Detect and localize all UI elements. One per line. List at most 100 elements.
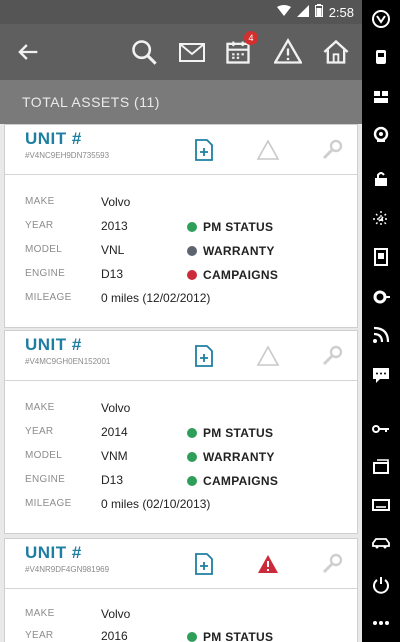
wrench-icon xyxy=(322,139,343,160)
lock-icon xyxy=(375,172,387,186)
status-text: PM STATUS xyxy=(203,630,274,642)
warning-outline-icon xyxy=(256,139,280,160)
sidebar-fleet-button[interactable] xyxy=(368,84,394,110)
notification-badge: 4 xyxy=(244,31,258,45)
network-icon xyxy=(373,211,389,227)
key-icon xyxy=(372,425,389,433)
sidebar-feed-button[interactable] xyxy=(368,322,394,348)
status-bar: 2:58 xyxy=(0,0,362,24)
detail-label: MILEAGE xyxy=(25,498,72,509)
detail-value: 0 miles (02/10/2013) xyxy=(101,497,211,511)
battery-icon xyxy=(314,4,323,20)
mail-icon xyxy=(179,43,205,62)
asset-card[interactable]: UNIT # #V4NR9DF4GN981969 MAKE Volvo YEAR 2… xyxy=(4,538,358,642)
detail-value: 2014 xyxy=(101,425,128,439)
status-text: CAMPAIGNS xyxy=(203,474,279,488)
status-text: CAMPAIGNS xyxy=(203,268,279,282)
sidebar-settings-button[interactable] xyxy=(368,284,394,310)
unit-label: UNIT # xyxy=(25,335,82,354)
alerts-button[interactable] xyxy=(272,36,304,68)
sidebar-network-button[interactable] xyxy=(368,206,394,232)
wrench-icon xyxy=(322,345,343,366)
unit-label: UNIT # xyxy=(25,129,82,148)
add-document-button[interactable] xyxy=(191,551,217,577)
detail-value: D13 xyxy=(101,473,124,487)
back-arrow-icon xyxy=(18,44,38,60)
home-button[interactable] xyxy=(320,36,352,68)
status-indicator[interactable]: PM STATUS xyxy=(187,627,273,642)
status-dot xyxy=(187,476,197,486)
detail-value: 2016 xyxy=(101,629,128,642)
asset-card[interactable]: UNIT # #V4MC9GH0EN152001 MAKE Volvo YEAR 2… xyxy=(4,330,358,534)
detail-value: 2013 xyxy=(101,219,128,233)
alert-button[interactable] xyxy=(255,137,281,163)
status-dot xyxy=(187,246,197,256)
keyboard-icon xyxy=(372,499,390,511)
detail-label: MAKE xyxy=(25,402,55,413)
sidebar-more-button[interactable] xyxy=(368,610,394,636)
sidebar-car-button[interactable] xyxy=(368,530,394,556)
sidebar-power-button[interactable] xyxy=(368,572,394,598)
sidebar-keyboard-button[interactable] xyxy=(368,492,394,518)
unit-vin: #V4MC9GH0EN152001 xyxy=(25,357,111,366)
back-button[interactable] xyxy=(12,36,44,68)
detail-value: VNL xyxy=(101,243,125,257)
device-icon xyxy=(374,248,388,266)
status-dot xyxy=(187,270,197,280)
wrench-icon xyxy=(322,553,343,574)
app-sidebar xyxy=(362,0,400,642)
detail-value: VNM xyxy=(101,449,128,463)
unit-vin: #V4NR9DF4GN981969 xyxy=(25,565,110,574)
status-indicator[interactable]: PM STATUS xyxy=(187,423,273,443)
search-icon xyxy=(132,40,157,65)
status-dot xyxy=(187,452,197,462)
status-time: 2:58 xyxy=(328,4,354,20)
status-text: WARRANTY xyxy=(203,244,275,258)
status-indicator[interactable]: CAMPAIGNS xyxy=(187,265,278,285)
sidebar-window-button[interactable] xyxy=(368,454,394,480)
status-dot xyxy=(187,428,197,438)
warning-filled-icon xyxy=(258,555,278,573)
rss-icon xyxy=(373,326,390,343)
detail-value: Volvo xyxy=(101,401,131,415)
detail-label: ENGINE xyxy=(25,474,66,485)
detail-label: MILEAGE xyxy=(25,292,72,303)
app-bar: 4 xyxy=(0,24,362,80)
asset-card[interactable]: UNIT # #V4NC9EH9DN735593 MAKE Volvo YEAR 2… xyxy=(4,124,358,328)
unit-vin: #V4NC9EH9DN735593 xyxy=(25,151,110,160)
service-button[interactable] xyxy=(319,137,345,163)
asset-card-header: UNIT # #V4MC9GH0EN152001 xyxy=(5,331,357,381)
sidebar-lock-button[interactable] xyxy=(368,166,394,192)
add-document-button[interactable] xyxy=(191,137,217,163)
sidebar-truck-button[interactable] xyxy=(368,44,394,70)
detail-value: Volvo xyxy=(101,195,131,209)
sidebar-location-button[interactable] xyxy=(368,122,394,148)
status-text: PM STATUS xyxy=(203,220,274,234)
status-text: PM STATUS xyxy=(203,426,274,440)
status-indicator[interactable]: CAMPAIGNS xyxy=(187,471,278,491)
sidebar-messages-button[interactable] xyxy=(368,362,394,388)
detail-value: D13 xyxy=(101,267,124,281)
sidebar-logo-button[interactable] xyxy=(368,6,394,32)
logo-icon xyxy=(372,10,390,28)
app-screen: 2:58 4 TOTAL ASSETS (11) UNIT # #V4NC9EH… xyxy=(0,0,362,642)
service-button[interactable] xyxy=(319,551,345,577)
status-indicator[interactable]: WARRANTY xyxy=(187,447,275,467)
alert-active-button[interactable] xyxy=(255,551,281,577)
alert-button[interactable] xyxy=(255,343,281,369)
search-button[interactable] xyxy=(128,36,160,68)
window-icon xyxy=(373,459,389,474)
status-indicator[interactable]: WARRANTY xyxy=(187,241,275,261)
home-icon xyxy=(323,39,349,64)
sidebar-tool-button[interactable] xyxy=(368,416,394,442)
service-button[interactable] xyxy=(319,343,345,369)
detail-label: YEAR xyxy=(25,220,54,231)
car-icon xyxy=(372,538,390,549)
sidebar-phone-button[interactable] xyxy=(368,244,394,270)
detail-label: YEAR xyxy=(25,426,54,437)
add-document-button[interactable] xyxy=(191,343,217,369)
asset-card-header: UNIT # #V4NC9EH9DN735593 xyxy=(5,125,357,175)
mail-button[interactable] xyxy=(176,36,208,68)
calendar-button[interactable]: 4 xyxy=(222,31,258,68)
status-indicator[interactable]: PM STATUS xyxy=(187,217,273,237)
